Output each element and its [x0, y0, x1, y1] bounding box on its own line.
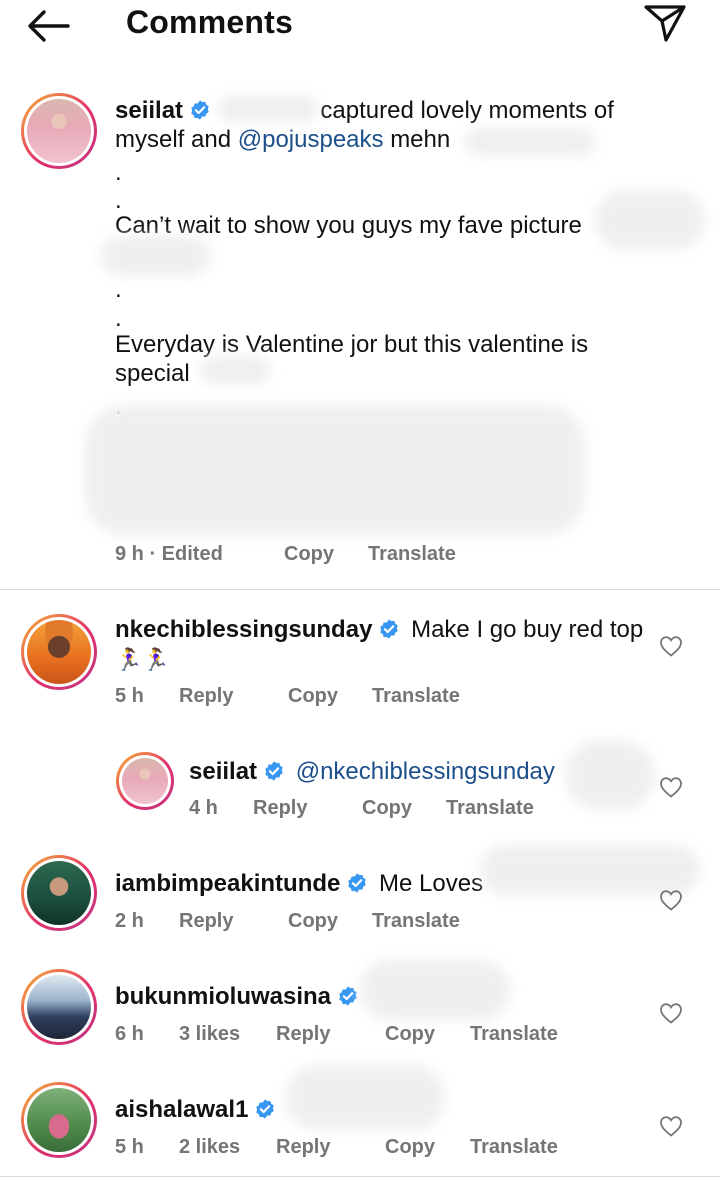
avatar-image — [27, 99, 91, 163]
comment-meta-row: 2 h Reply Copy Translate — [115, 910, 535, 936]
avatar-seiilat-caption[interactable] — [21, 93, 97, 169]
caption-line-5: special — [115, 360, 190, 387]
divider — [0, 1176, 720, 1177]
comment-text: Make I go buy red top — [411, 616, 644, 643]
avatar-image — [122, 758, 168, 804]
timestamp: 6 h — [115, 1023, 144, 1045]
verified-badge-icon — [265, 761, 283, 781]
redacted-area — [595, 190, 705, 250]
timestamp: 5 h — [115, 685, 144, 707]
translate-button[interactable]: Translate — [372, 685, 460, 708]
avatar-seiilat-reply[interactable] — [116, 752, 174, 810]
reply-button[interactable]: Reply — [276, 1023, 330, 1046]
comment-meta-row: 5 h Reply Copy Translate — [115, 685, 535, 711]
mention-link[interactable]: @nkechiblessingsunday — [296, 758, 555, 785]
copy-button[interactable]: Copy — [362, 797, 412, 820]
timestamp: 9 h · Edited — [115, 543, 223, 565]
page-title: Comments — [126, 4, 293, 40]
translate-button[interactable]: Translate — [446, 797, 534, 820]
reply-button[interactable]: Reply — [253, 797, 307, 820]
comment-username[interactable]: seiilat — [189, 758, 257, 785]
redacted-area — [465, 128, 595, 156]
caption-dot: . — [115, 276, 122, 303]
comment-username[interactable]: iambimpeakintunde — [115, 870, 340, 897]
avatar-iambimpeakintunde[interactable] — [21, 855, 97, 931]
verified-badge-icon — [191, 100, 209, 120]
copy-button[interactable]: Copy — [284, 543, 334, 566]
timestamp: 4 h — [189, 797, 218, 819]
redacted-area — [360, 960, 510, 1020]
copy-button[interactable]: Copy — [288, 910, 338, 933]
avatar-nkechiblessingsunday[interactable] — [21, 614, 97, 690]
caption-line-1: seiilat captured lovely moments of — [115, 96, 695, 125]
direct-send-icon[interactable] — [642, 2, 688, 44]
likes-count: 3 likes — [179, 1023, 241, 1045]
redacted-area — [218, 96, 318, 122]
translate-button[interactable]: Translate — [470, 1136, 558, 1159]
header-bar: Comments — [0, 0, 720, 50]
translate-button[interactable]: Translate — [372, 910, 460, 933]
reply-button[interactable]: Reply — [179, 685, 233, 708]
heart-outline-icon[interactable] — [659, 635, 683, 657]
running-emoji: 🏃‍♀️🏃‍♀️ — [115, 647, 170, 672]
comment-text: Me Loves — [379, 870, 484, 897]
comment-username[interactable]: bukunmioluwasina — [115, 983, 331, 1010]
comment-meta-row: 4 h Reply Copy Translate — [189, 797, 589, 823]
heart-outline-icon[interactable] — [659, 1002, 683, 1024]
timestamp: 5 h — [115, 1136, 144, 1158]
back-arrow-icon[interactable] — [24, 6, 72, 46]
comment-username[interactable]: aishalawal1 — [115, 1096, 248, 1123]
redacted-area — [200, 356, 270, 384]
reply-button[interactable]: Reply — [276, 1136, 330, 1159]
redacted-area — [100, 236, 210, 276]
comment-meta-row: 5 h 2 likes Reply Copy Translate — [115, 1136, 575, 1162]
likes-count: 2 likes — [179, 1136, 241, 1158]
timestamp: 2 h — [115, 910, 144, 932]
avatar-image — [27, 620, 91, 684]
caption-meta-row: 9 h · Edited Copy Translate — [115, 543, 515, 569]
comment-body: nkechiblessingsunday Make I go buy red t… — [115, 615, 655, 644]
caption-username[interactable]: seiilat — [115, 97, 183, 124]
avatar-aishalawal1[interactable] — [21, 1082, 97, 1158]
caption-line-4: Everyday is Valentine jor but this valen… — [115, 331, 589, 358]
avatar-bukunmioluwasina[interactable] — [21, 969, 97, 1045]
caption-text: captured lovely moments of — [320, 97, 614, 124]
verified-badge-icon — [256, 1099, 275, 1119]
verified-badge-icon — [348, 873, 367, 893]
copy-button[interactable]: Copy — [385, 1023, 435, 1046]
comments-screen: Comments seiilat captured lovely moments… — [0, 0, 720, 1190]
redacted-area — [480, 845, 700, 895]
comment-meta-row: 6 h 3 likes Reply Copy Translate — [115, 1023, 575, 1049]
heart-outline-icon[interactable] — [659, 889, 683, 911]
verified-badge-icon — [339, 986, 357, 1006]
copy-button[interactable]: Copy — [385, 1136, 435, 1159]
translate-button[interactable]: Translate — [470, 1023, 558, 1046]
caption-text: mehn — [390, 126, 451, 153]
verified-badge-icon — [380, 619, 399, 639]
copy-button[interactable]: Copy — [288, 685, 338, 708]
caption-dot: . — [115, 159, 122, 186]
avatar-image — [27, 1088, 91, 1152]
caption-line-2: myself and @pojuspeaks mehn — [115, 125, 450, 154]
divider — [0, 589, 720, 590]
redacted-area — [85, 405, 585, 535]
redacted-area — [285, 1065, 445, 1130]
avatar-image — [27, 975, 91, 1039]
caption-dot: . — [115, 305, 122, 332]
comment-body: seiilat @nkechiblessingsunday — [189, 757, 609, 786]
reply-button[interactable]: Reply — [179, 910, 233, 933]
mention-link[interactable]: @pojuspeaks — [238, 126, 384, 153]
heart-outline-icon[interactable] — [659, 776, 683, 798]
heart-outline-icon[interactable] — [659, 1115, 683, 1137]
caption-text: myself and — [115, 126, 232, 153]
avatar-image — [27, 861, 91, 925]
comment-username[interactable]: nkechiblessingsunday — [115, 616, 372, 643]
translate-button[interactable]: Translate — [368, 543, 456, 566]
